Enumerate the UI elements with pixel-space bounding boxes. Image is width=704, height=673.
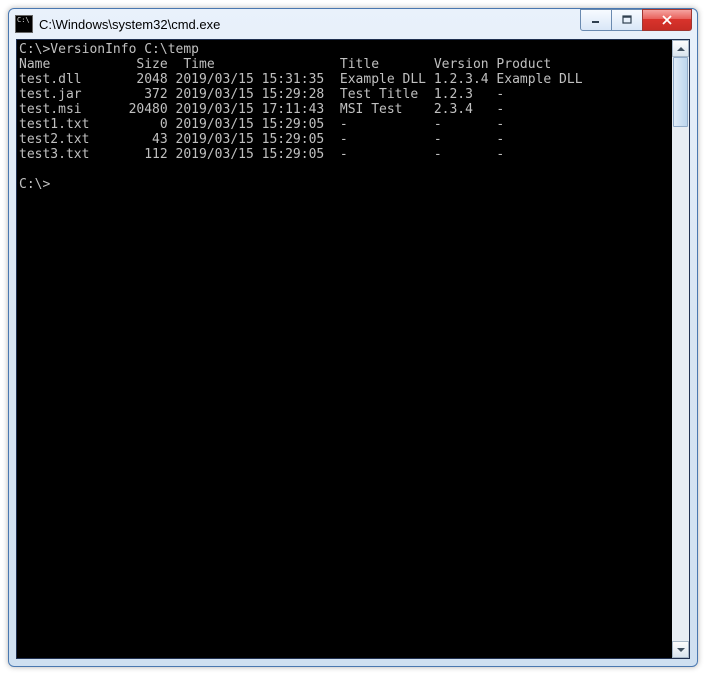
arrow-down-icon bbox=[677, 648, 685, 652]
vertical-scrollbar[interactable] bbox=[672, 40, 689, 658]
command-prompt-window: C:\Windows\system32\cmd.exe C:\>VersionI… bbox=[8, 8, 698, 667]
maximize-button[interactable] bbox=[611, 9, 643, 31]
scroll-thumb[interactable] bbox=[673, 57, 688, 127]
window-title: C:\Windows\system32\cmd.exe bbox=[39, 17, 581, 32]
close-button[interactable] bbox=[642, 9, 692, 31]
cmd-icon bbox=[15, 15, 33, 33]
terminal-output[interactable]: C:\>VersionInfo C:\temp Name Size Time T… bbox=[17, 40, 672, 658]
minimize-icon bbox=[591, 15, 601, 25]
titlebar[interactable]: C:\Windows\system32\cmd.exe bbox=[9, 9, 697, 39]
client-area: C:\>VersionInfo C:\temp Name Size Time T… bbox=[16, 39, 690, 659]
window-buttons bbox=[581, 9, 697, 39]
arrow-up-icon bbox=[677, 47, 685, 51]
close-icon bbox=[661, 15, 673, 25]
minimize-button[interactable] bbox=[580, 9, 612, 31]
scroll-track[interactable] bbox=[672, 57, 689, 641]
scroll-up-button[interactable] bbox=[672, 40, 689, 57]
scroll-down-button[interactable] bbox=[672, 641, 689, 658]
maximize-icon bbox=[622, 15, 632, 25]
